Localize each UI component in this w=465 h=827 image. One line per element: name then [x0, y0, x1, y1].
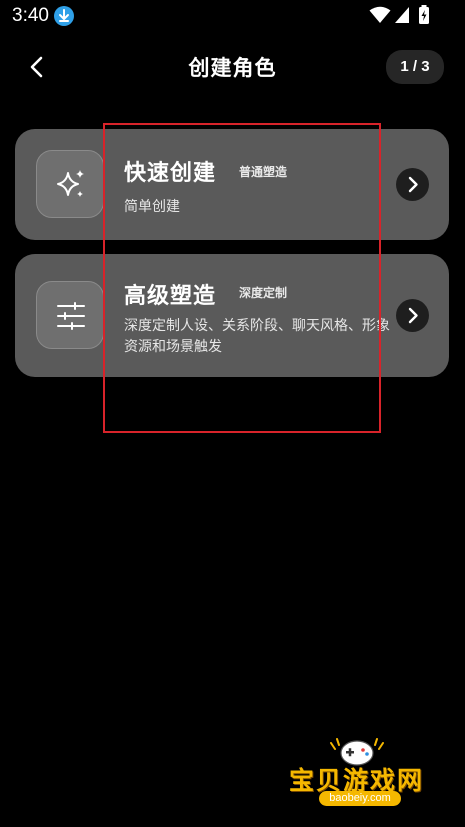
cell-signal-icon [395, 7, 409, 23]
quick-create-icon-tile [36, 150, 104, 218]
chevron-right-icon [408, 307, 418, 324]
status-bar: 3:40 [0, 0, 465, 32]
wifi-icon [369, 6, 391, 23]
highlight-annotation-box [103, 123, 381, 433]
chevron-right-icon [408, 176, 418, 193]
status-time: 3:40 [12, 5, 49, 26]
watermark-url: baobeiy.com [319, 791, 401, 806]
download-icon [54, 6, 74, 26]
page-counter: 1 / 3 [386, 50, 444, 84]
sliders-icon [57, 302, 85, 330]
sparkle-icon [57, 170, 84, 197]
battery-icon [419, 5, 429, 24]
screen: 3:40 创建角色 1 / 3 快速创建 普通塑造 简单创建 高级塑造 深度定制… [0, 0, 465, 827]
advanced-create-arrow-button[interactable] [396, 299, 429, 332]
watermark: 宝贝游戏网 baobeiy.com [285, 735, 445, 815]
advanced-create-icon-tile [36, 281, 104, 349]
quick-create-arrow-button[interactable] [396, 168, 429, 201]
